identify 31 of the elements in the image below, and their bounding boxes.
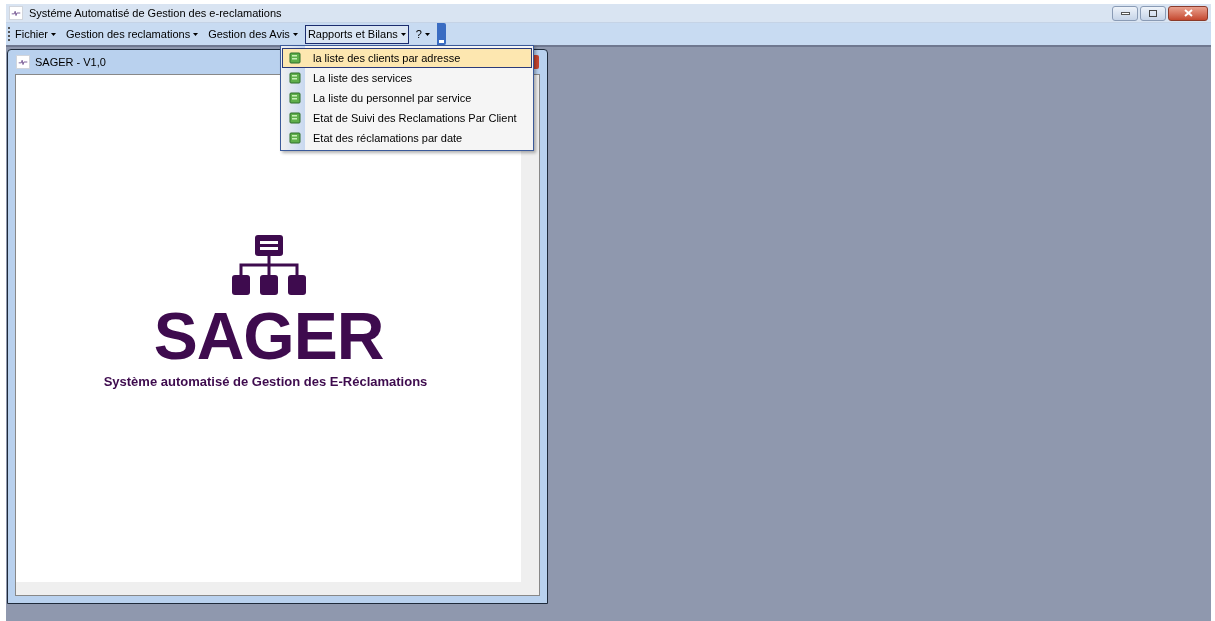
caret-icon <box>292 32 298 36</box>
restore-button[interactable] <box>1140 5 1166 21</box>
dropdown-item[interactable]: La liste des services <box>282 68 532 88</box>
caret-icon <box>51 32 56 36</box>
minimize-button[interactable] <box>1112 5 1138 21</box>
network-icon <box>231 235 306 297</box>
caret-icon <box>400 32 406 36</box>
dropdown-item[interactable]: la liste des clients par adresse <box>282 48 532 68</box>
child-window-title: SAGER - V1,0 <box>35 54 106 70</box>
report-icon <box>289 112 301 124</box>
window-title: Systéme Automatisé de Gestion des e-reclamations <box>29 5 282 21</box>
dropdown-item[interactable]: La liste du personnel par service <box>282 88 532 108</box>
close-button[interactable] <box>1168 5 1208 21</box>
app-icon <box>16 55 30 69</box>
menu-item[interactable]: Gestion des reclamations <box>63 24 202 44</box>
report-icon <box>289 72 301 84</box>
menu-item[interactable]: ? <box>412 24 433 44</box>
menu-item[interactable]: Rapports et Bilans <box>304 24 409 44</box>
menu-item[interactable]: Gestion des Avis <box>205 24 301 44</box>
report-icon <box>289 52 301 64</box>
menu-item[interactable]: Fichier <box>12 24 59 44</box>
dropdown-item[interactable]: Etat des réclamations par date <box>282 128 532 148</box>
caret-icon <box>193 32 199 36</box>
dropdown-item[interactable]: Etat de Suivi des Reclamations Par Client <box>282 108 532 128</box>
report-icon <box>289 92 301 104</box>
report-icon <box>289 132 301 144</box>
caret-icon <box>424 32 430 36</box>
logo-subtitle: Système automatisé de Gestion des E-Réclamations <box>103 373 428 391</box>
logo-title: SAGER <box>153 303 384 369</box>
toolbar-overflow-button[interactable] <box>436 23 446 45</box>
close-icon <box>1183 9 1193 17</box>
